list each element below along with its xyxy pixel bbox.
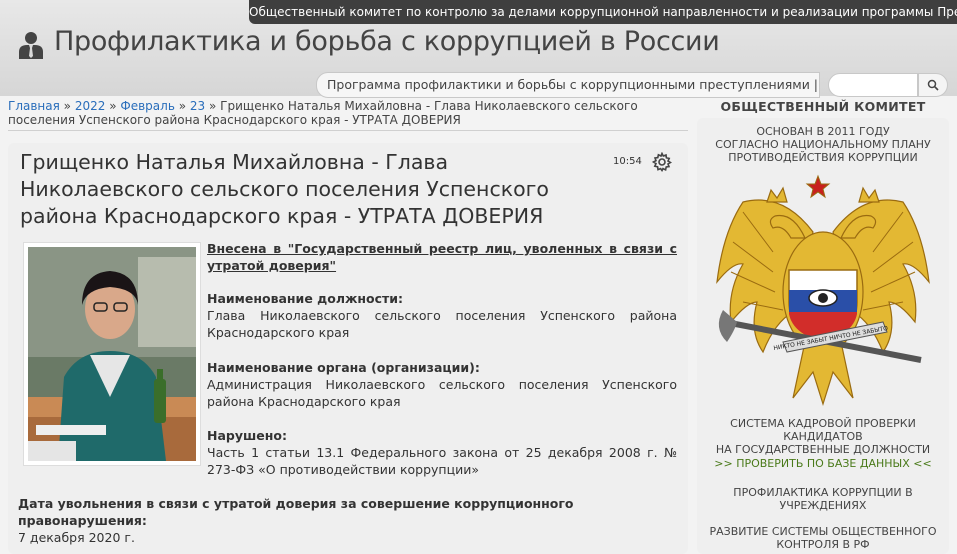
sidebar-heading: ОБЩЕСТВЕННЫЙ КОМИТЕТ [720,99,926,114]
committee-emblem[interactable]: НИКТО НЕ ЗАБЫТ НИЧТО НЕ ЗАБЫТО [713,172,933,408]
public-control-link[interactable]: Развитие системы общественного контроля … [697,525,949,551]
registry-link[interactable]: Внесена в "Государственный реестр лиц, у… [207,240,677,274]
founded-line: противодействия коррупции [728,151,918,164]
breadcrumb-separator: » [178,99,187,113]
divider [8,130,688,131]
dismissal-label: Дата увольнения в связи с утратой довери… [18,496,574,528]
prevention-line: учреждениях [779,499,867,512]
org-label: Наименование органа (организации): [207,360,480,375]
breadcrumb-year[interactable]: 2022 [75,99,106,113]
breadcrumb-month[interactable]: Февраль [120,99,175,113]
breadcrumb-home[interactable]: Главная [8,99,60,113]
search-button[interactable] [918,73,948,97]
site-title[interactable]: Профилактика и борьба с коррупцией в Рос… [54,26,720,57]
person-logo-icon [19,32,43,59]
vetting-line: на государственные должности [715,443,931,456]
position-block: Наименование должности: Глава Николаевск… [207,290,677,341]
article-title: Грищенко Наталья Михайловна - Глава Нико… [20,150,549,228]
dismissal-block: Дата увольнения в связи с утратой довери… [18,495,678,546]
breadcrumb-day[interactable]: 23 [190,99,205,113]
prevention-line: Профилактика коррупции в [733,486,913,499]
public-control-line: контроля в РФ [776,538,870,551]
dismissal-value: 7 декабря 2020 г. [18,530,135,545]
institutions-prevention-link[interactable]: Профилактика коррупции в учреждениях [697,486,949,512]
search-icon [927,79,939,91]
gear-icon[interactable] [652,152,672,172]
check-database-link[interactable]: >> Проверить по базе данных << [697,457,949,470]
breadcrumb: Главная » 2022 » Февраль » 23 » Грищенко… [8,99,690,127]
vetting-line: Система кадровой проверки [730,417,916,430]
org-block: Наименование органа (организации): Админ… [207,359,677,410]
breadcrumb-separator: » [109,99,117,113]
vetting-line: кандидатов [783,430,863,443]
position-value: Глава Николаевского сельского поселения … [207,308,677,340]
breadcrumb-separator: » [63,99,72,113]
founded-line: Основан в 2011 году [756,125,890,138]
article-time: 10:54 [613,156,642,167]
person-photo [28,247,196,461]
committee-ribbon: Общественный комитет по контролю за дела… [249,0,957,24]
founded-text: Основан в 2011 году согласно национально… [697,125,949,164]
violation-value: Часть 1 статьи 13.1 Федерального закона … [207,445,677,477]
position-label: Наименование должности: [207,291,404,306]
vetting-system-link[interactable]: Система кадровой проверки кандидатов на … [697,417,949,456]
program-nav-link[interactable]: Программа профилактики и борьбы с корруп… [316,72,820,98]
person-photo-frame [23,242,201,466]
public-control-line: Развитие системы общественного [709,525,937,538]
violation-label: Нарушено: [207,428,287,443]
founded-line: согласно национальному плану [715,138,931,151]
violation-block: Нарушено: Часть 1 статьи 13.1 Федерально… [207,427,677,478]
org-value: Администрация Николаевского сельского по… [207,377,677,409]
breadcrumb-separator: » [209,99,217,113]
search-input[interactable] [828,73,918,97]
